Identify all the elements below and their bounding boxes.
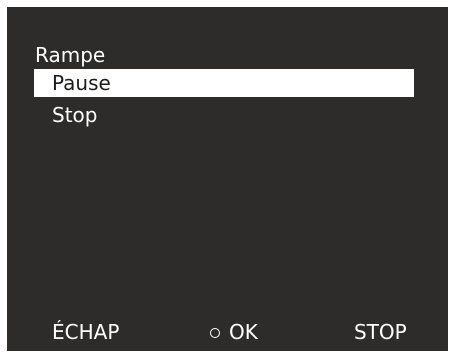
softkey-ok-label: OK: [229, 320, 258, 344]
circle-icon: [210, 327, 220, 338]
device-screen: Rampe Pause Stop ÉCHAP OK STOP: [7, 7, 448, 351]
softkey-escape[interactable]: ÉCHAP: [52, 319, 119, 345]
menu-item-pause[interactable]: Pause: [34, 69, 414, 97]
softkey-ok[interactable]: OK: [210, 319, 258, 345]
menu-title: Rampe: [35, 43, 106, 67]
menu-item-stop[interactable]: Stop: [34, 101, 414, 129]
softkey-stop[interactable]: STOP: [354, 319, 407, 345]
